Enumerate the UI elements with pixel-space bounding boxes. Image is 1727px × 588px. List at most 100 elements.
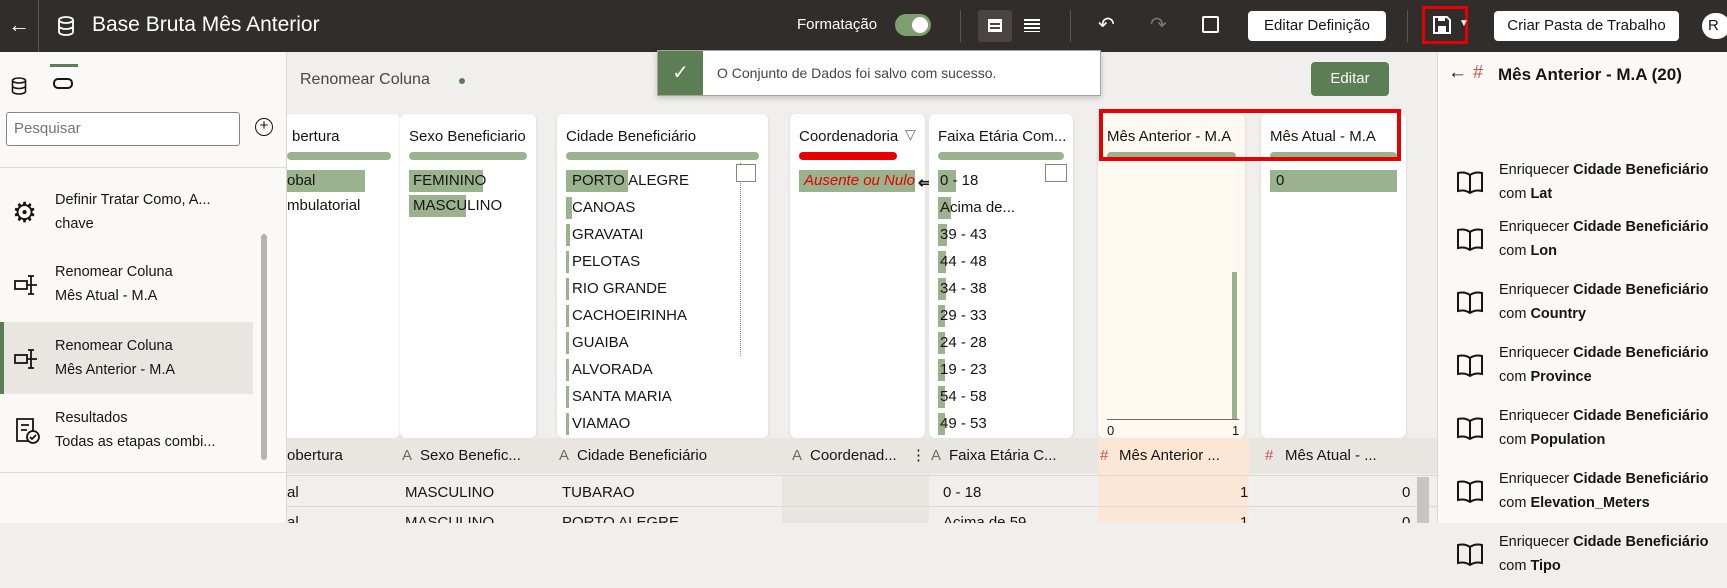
value-label: 24 - 28: [940, 334, 987, 351]
recommendation-text: com Population: [1499, 432, 1606, 448]
value-label: GUAIBA: [572, 334, 629, 351]
left-scrollbar[interactable]: [261, 234, 267, 460]
step-subtitle: Todas as etapas combi...: [55, 434, 216, 450]
histogram-icon[interactable]: [1045, 164, 1067, 182]
histogram-axis: [1107, 419, 1239, 420]
value-bar: [566, 359, 569, 381]
value-label: SANTA MARIA: [572, 388, 672, 405]
recommendation-text: Enriquecer Cidade Beneficiário: [1499, 408, 1709, 424]
avatar[interactable]: R: [1702, 13, 1727, 39]
histogram-bar: [1232, 272, 1237, 419]
axis-label-max: 1: [1232, 423, 1240, 438]
book-icon: [1457, 291, 1483, 314]
column-menu-icon[interactable]: ⋮: [911, 443, 926, 469]
card-header: Coordenadoria: [799, 128, 899, 145]
value-bar: [566, 251, 569, 273]
edit-definition-button[interactable]: Editar Definição: [1248, 11, 1386, 41]
recommendation-text: com Tipo: [1499, 558, 1561, 574]
quality-bar: [287, 152, 391, 160]
value-label: RIO GRANDE: [572, 280, 668, 297]
header-highlight-box: [1099, 109, 1401, 161]
value-bar: [566, 224, 570, 246]
step-rename-previous-month[interactable]: Renomear Coluna Mês Anterior - M.A: [0, 322, 253, 394]
steps-tab-icon[interactable]: [50, 64, 78, 97]
column-header[interactable]: Cidade Beneficiário: [577, 443, 707, 469]
format-toggle[interactable]: [895, 14, 931, 36]
profile-card-coordination[interactable]: Coordenadoria ▽ Ausente ou Nulo: [790, 114, 925, 438]
value-label: GRAVATAI: [572, 226, 644, 243]
value-label: MASCULINO: [413, 197, 503, 214]
profile-card-city[interactable]: Cidade Beneficiário PORTO ALEGRE CANOAS …: [557, 114, 768, 438]
step-rename-current-month[interactable]: Renomear Coluna Mês Atual - M.A: [0, 248, 253, 320]
value-label: 44 - 48: [940, 253, 987, 270]
gear-icon: ⚙: [12, 197, 38, 228]
histogram-icon[interactable]: [736, 164, 756, 182]
column-header[interactable]: Faixa Etária C...: [949, 443, 1057, 469]
list-view-icon[interactable]: [1024, 19, 1040, 32]
recommendation-item[interactable]: Enriquecer Cidade Beneficiário com Lon: [1438, 213, 1727, 273]
book-icon: [1457, 417, 1483, 440]
step-set-treat-as[interactable]: ⚙ Definir Tratar Como, A... chave: [0, 176, 253, 248]
profile-card-previous-month[interactable]: Mês Anterior - M.A 0 1: [1098, 114, 1245, 438]
recommendation-item[interactable]: Enriquecer Cidade Beneficiário com Count…: [1438, 276, 1727, 336]
step-title: Renomear Coluna: [55, 264, 173, 280]
value-label: 49 - 53: [940, 415, 987, 432]
column-header[interactable]: Coordenad...: [810, 443, 897, 469]
back-arrow-icon[interactable]: ←: [8, 12, 30, 38]
table-view-icon[interactable]: [978, 10, 1012, 42]
recommendation-text: Enriquecer Cidade Beneficiário: [1499, 162, 1709, 178]
save-icon[interactable]: [1432, 15, 1452, 35]
recommendation-text: Enriquecer Cidade Beneficiário: [1499, 345, 1709, 361]
value-bar: [566, 332, 569, 354]
top-bar: ← Base Bruta Mês Anterior Formatação ↶ ↷…: [0, 0, 1727, 52]
back-arrow-icon[interactable]: ←: [1448, 62, 1467, 84]
column-header[interactable]: Sexo Benefic...: [420, 443, 521, 469]
create-workbook-button[interactable]: Criar Pasta de Trabalho: [1494, 11, 1679, 41]
card-header: bertura: [292, 128, 340, 145]
success-toast: ✓ O Conjunto de Dados foi salvo com suce…: [657, 50, 1101, 96]
add-step-icon[interactable]: +: [255, 118, 273, 136]
value-label: 29 - 33: [940, 307, 987, 324]
type-icon: A: [931, 447, 942, 464]
undo-icon[interactable]: ↶: [1098, 12, 1115, 37]
type-icon: A: [402, 447, 413, 464]
profile-card-age-band[interactable]: Faixa Etária Com... 0 - 18 Acima de... 3…: [929, 114, 1073, 438]
null-column-shade: [782, 476, 929, 523]
value-bar: [1270, 170, 1397, 192]
value-label: mbulatorial: [287, 197, 361, 214]
filter-icon[interactable]: ▽: [905, 126, 916, 143]
search-field[interactable]: [14, 113, 234, 143]
recommendation-item[interactable]: Enriquecer Cidade Beneficiário com Tipo: [1438, 528, 1727, 588]
profile-card-current-month[interactable]: Mês Atual - M.A 0: [1261, 114, 1406, 438]
book-icon: [1457, 171, 1483, 194]
preview-icon[interactable]: [1202, 16, 1219, 33]
card-header: Cidade Beneficiário: [566, 128, 697, 145]
recommendation-item[interactable]: Enriquecer Cidade Beneficiário com Provi…: [1438, 339, 1727, 399]
search-input[interactable]: [6, 112, 240, 146]
data-icon[interactable]: [11, 77, 27, 95]
profile-card-coverage[interactable]: bertura obal mbulatorial: [287, 114, 400, 438]
table-scrollbar[interactable]: [1417, 477, 1429, 523]
recommendation-item[interactable]: Enriquecer Cidade Beneficiário com Eleva…: [1438, 465, 1727, 525]
unsaved-dot: [459, 78, 465, 84]
recommendation-text: Enriquecer Cidade Beneficiário: [1499, 534, 1709, 550]
type-icon: A: [792, 447, 803, 464]
column-header[interactable]: Mês Anterior ...: [1119, 443, 1220, 469]
panel-title: Mês Anterior - M.A (20): [1498, 65, 1682, 84]
quality-bar: [566, 152, 759, 160]
step-results[interactable]: Resultados Todas as etapas combi...: [0, 394, 253, 466]
card-scrollbox[interactable]: [740, 163, 760, 356]
value-label: 54 - 58: [940, 388, 987, 405]
table-cell: 0 - 18: [943, 484, 982, 501]
profile-card-sex[interactable]: Sexo Beneficiario FEMININO MASCULINO: [400, 114, 536, 438]
recommendation-item[interactable]: Enriquecer Cidade Beneficiário com Popul…: [1438, 402, 1727, 462]
table-cell: Acima de 59: [943, 514, 1027, 523]
column-header[interactable]: obertura: [287, 443, 343, 469]
recommendation-item[interactable]: Enriquecer Cidade Beneficiário com Lat: [1438, 156, 1727, 216]
results-icon: [16, 418, 40, 444]
recommendation-text: com Elevation_Meters: [1499, 495, 1650, 511]
value-label: FEMININO: [413, 172, 487, 189]
column-header[interactable]: Mês Atual - ...: [1285, 443, 1377, 469]
edit-button[interactable]: Editar: [1311, 62, 1389, 96]
save-dropdown-icon[interactable]: ▼: [1459, 18, 1469, 29]
